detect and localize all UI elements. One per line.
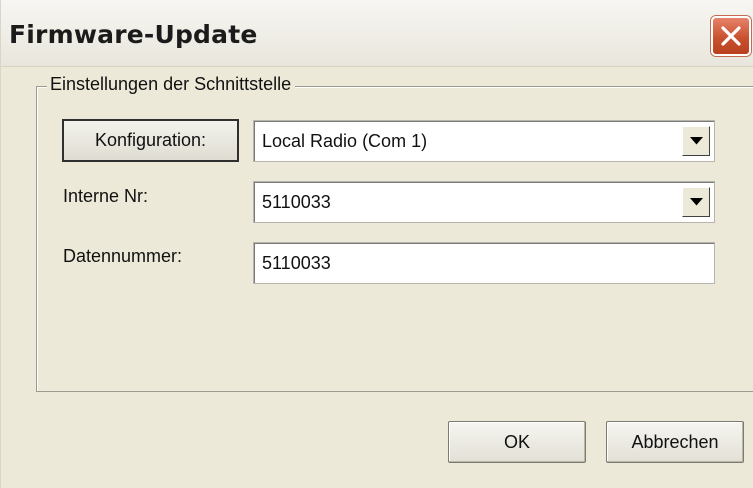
data-number-value: 5110033 — [262, 253, 331, 273]
window-title: Firmware-Update — [9, 20, 258, 49]
close-button[interactable] — [711, 16, 751, 56]
chevron-down-icon — [690, 198, 703, 206]
group-legend: Einstellungen der Schnittstelle — [47, 74, 296, 95]
title-bar[interactable]: Firmware-Update — [1, 0, 753, 67]
close-icon — [721, 26, 741, 46]
configuration-button[interactable]: Konfiguration: — [62, 119, 239, 162]
intern-number-label: Interne Nr: — [63, 186, 149, 206]
ok-button[interactable]: OK — [448, 421, 586, 463]
configuration-dropdown-button[interactable] — [682, 126, 710, 156]
intern-number-dropdown-button[interactable] — [682, 187, 710, 217]
data-number-input[interactable]: 5110033 — [253, 242, 715, 284]
data-number-label: Datennummer: — [63, 246, 183, 266]
configuration-value: Local Radio (Com 1) — [262, 131, 428, 151]
cancel-button[interactable]: Abbrechen — [606, 421, 744, 463]
firmware-update-dialog: Firmware-Update Einstellungen der Schnit… — [0, 0, 753, 488]
intern-number-select[interactable]: 5110033 — [253, 181, 715, 223]
configuration-select[interactable]: Local Radio (Com 1) — [253, 120, 715, 162]
chevron-down-icon — [690, 137, 703, 145]
intern-number-value: 5110033 — [262, 192, 331, 212]
